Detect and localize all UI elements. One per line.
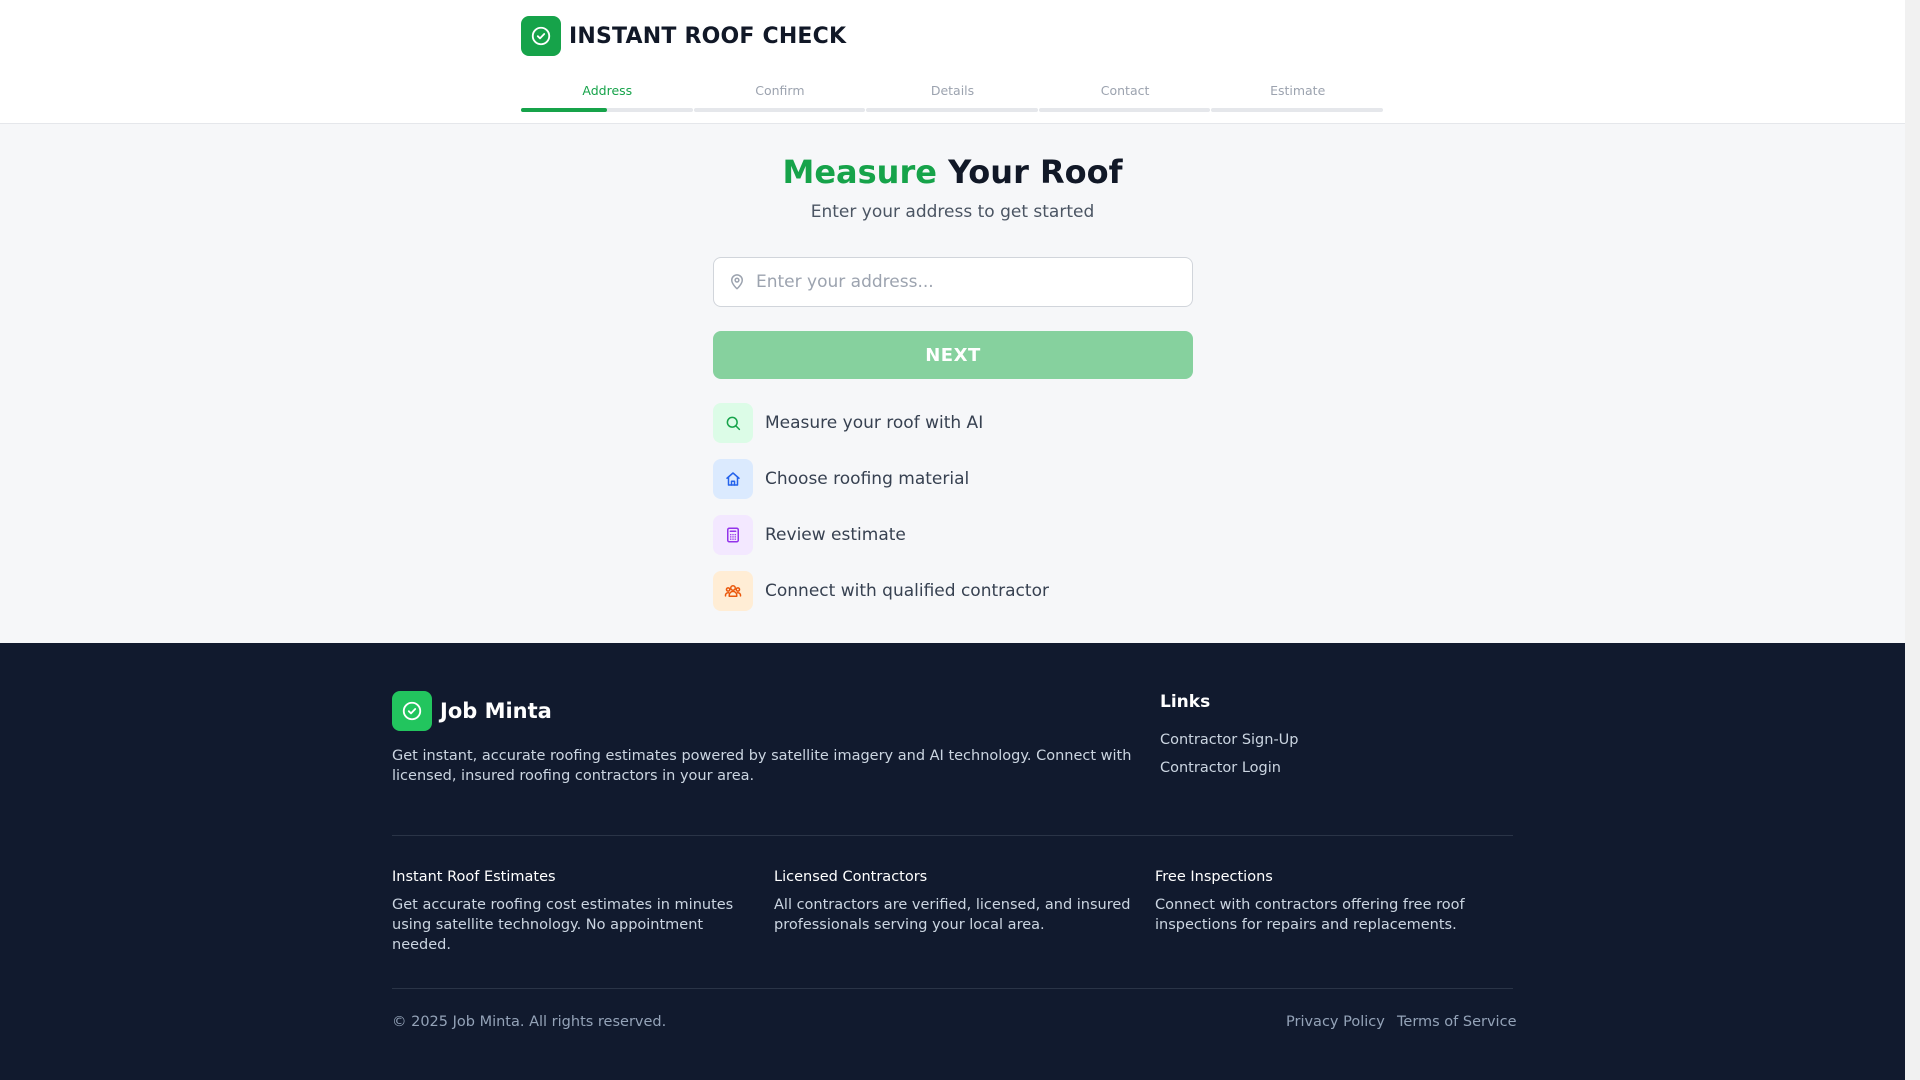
step-track <box>866 108 1038 112</box>
step-address: Address <box>521 82 694 112</box>
step-confirm: Confirm <box>693 82 867 112</box>
column-text: Connect with contractors offering free r… <box>1155 897 1465 933</box>
column-title: Free Inspections <box>1155 869 1273 885</box>
address-field[interactable] <box>713 257 1193 307</box>
list-item: Connect with qualified contractor <box>713 571 1193 611</box>
calculator-icon <box>713 515 753 555</box>
step-progress-fill <box>521 108 607 112</box>
feature-label: Review estimate <box>765 525 906 545</box>
users-icon <box>713 571 753 611</box>
info-column: Instant Roof Estimates Get accurate roof… <box>392 869 752 955</box>
main-content: Measure Your Roof Enter your address to … <box>0 125 1905 643</box>
list-item: Choose roofing material <box>713 459 1193 499</box>
search-icon <box>713 403 753 443</box>
title-rest: Your Roof <box>948 153 1123 191</box>
list-item: Measure your roof with AI <box>713 403 1193 443</box>
list-item: Review estimate <box>713 515 1193 555</box>
feature-list: Measure your roof with AI Choose roofing… <box>713 403 1193 627</box>
feature-label: Connect with qualified contractor <box>765 581 1049 601</box>
page-subtitle: Enter your address to get started <box>810 202 1095 222</box>
footer-brand[interactable]: Job Minta <box>392 691 552 731</box>
step-track <box>1038 108 1211 112</box>
feature-label: Measure your roof with AI <box>765 413 984 433</box>
scrollbar[interactable] <box>1905 0 1920 1080</box>
step-estimate: Estimate <box>1211 82 1384 112</box>
step-track <box>1211 108 1383 112</box>
next-button[interactable]: NEXT <box>713 331 1193 379</box>
contractor-signup-link[interactable]: Contractor Sign-Up <box>1160 732 1299 748</box>
step-contact: Contact <box>1038 82 1212 112</box>
column-text: All contractors are verified, licensed, … <box>774 897 1131 933</box>
column-text: Get accurate roofing cost estimates in m… <box>392 897 734 953</box>
column-title: Licensed Contractors <box>774 869 928 885</box>
divider <box>392 988 1513 989</box>
column-title: Instant Roof Estimates <box>392 869 556 885</box>
brand[interactable]: INSTANT ROOF CHECK <box>521 16 846 56</box>
map-pin-icon <box>731 274 743 290</box>
check-circle-icon <box>392 691 432 731</box>
info-column: Free Inspections Connect with contractor… <box>1155 869 1515 935</box>
step-track <box>521 108 693 112</box>
address-input[interactable] <box>756 272 1176 292</box>
step-label: Confirm <box>755 83 805 98</box>
check-circle-icon <box>521 16 561 56</box>
privacy-policy-link[interactable]: Privacy Policy <box>1286 1014 1385 1030</box>
links-heading: Links <box>1160 692 1211 712</box>
info-column: Licensed Contractors All contractors are… <box>774 869 1134 935</box>
footer-description: Get instant, accurate roofing estimates … <box>392 748 1132 784</box>
page-title: Measure Your Roof <box>0 153 1905 191</box>
progress-steps: Address Confirm Details Contact Estimate <box>521 82 1384 112</box>
step-label: Details <box>930 83 975 98</box>
step-details: Details <box>866 82 1039 112</box>
step-label: Address <box>582 83 633 98</box>
footer: Job Minta Get instant, accurate roofing … <box>0 643 1905 1080</box>
header: INSTANT ROOF CHECK Address Confirm Detai… <box>0 0 1905 124</box>
footer-brand-name: Job Minta <box>440 699 552 723</box>
brand-name: INSTANT ROOF CHECK <box>569 23 847 49</box>
divider <box>392 835 1513 836</box>
feature-label: Choose roofing material <box>765 469 970 489</box>
terms-of-service-link[interactable]: Terms of Service <box>1397 1014 1516 1030</box>
step-track <box>693 108 866 112</box>
title-accent: Measure <box>782 153 937 191</box>
step-label: Estimate <box>1270 83 1326 98</box>
contractor-login-link[interactable]: Contractor Login <box>1160 760 1281 776</box>
home-icon <box>713 459 753 499</box>
copyright: © 2025 Job Minta. All rights reserved. <box>392 1014 667 1030</box>
step-label: Contact <box>1100 83 1150 98</box>
